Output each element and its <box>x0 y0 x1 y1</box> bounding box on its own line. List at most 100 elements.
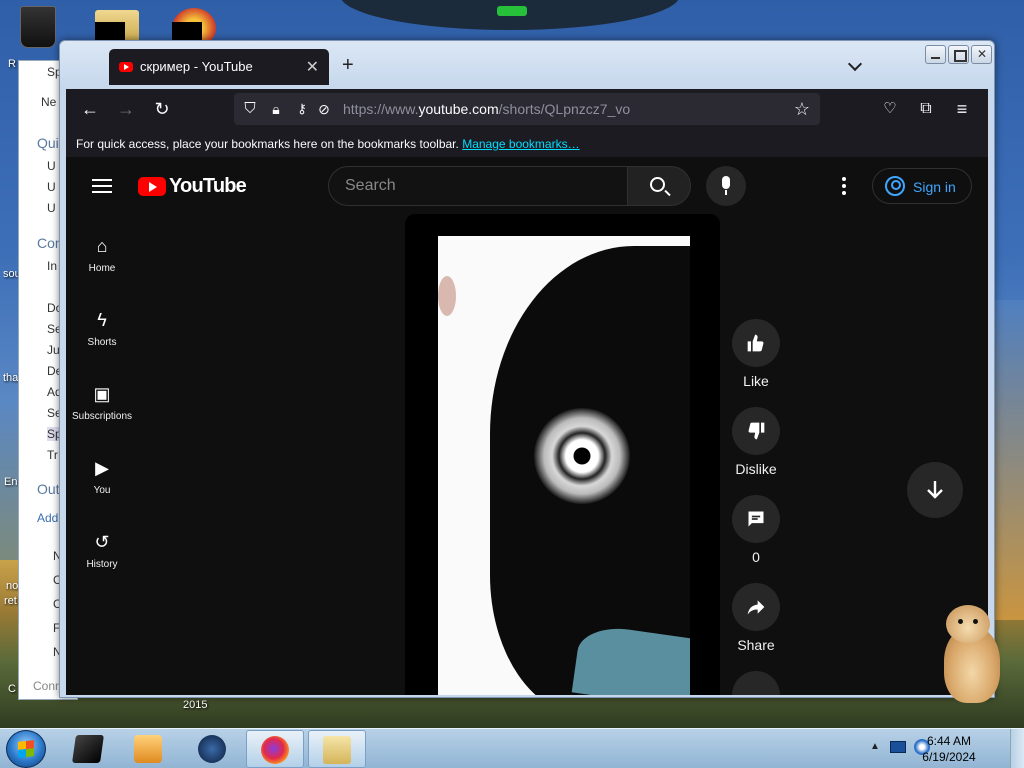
system-clock[interactable]: 6:44 AM 6/19/2024 <box>914 733 984 765</box>
navigation-toolbar: ← → ↻ ⛉ 🔒︎ ⚷ ⊘ https://www.youtube.com/s… <box>66 89 988 129</box>
url-text[interactable]: https://www.youtube.com/shorts/QLpnzcz7_… <box>343 101 630 117</box>
bookmark-star-icon[interactable]: ☆ <box>792 99 812 119</box>
guide-item-subscriptions[interactable]: ▣ Subscriptions <box>66 383 138 422</box>
lock-icon[interactable]: 🔒︎ <box>266 99 286 119</box>
guide-label: History <box>86 559 118 570</box>
back-window-item[interactable]: Ju <box>47 343 60 357</box>
manage-bookmarks-link[interactable]: Manage bookmarks… <box>462 137 579 151</box>
settings-kebab-icon[interactable] <box>842 177 846 195</box>
shorts-video[interactable] <box>438 236 690 695</box>
guide-item-history[interactable]: ↺ History <box>66 531 138 570</box>
guide-label: Shorts <box>87 337 117 348</box>
desktop-icon-label: 2015 <box>183 699 208 711</box>
wallpaper-green-mark <box>497 6 527 16</box>
arrow-down-icon <box>927 481 943 499</box>
back-window-item[interactable]: In <box>47 259 57 273</box>
taskbar-app-globe[interactable] <box>184 730 242 768</box>
tab-list-chevron-icon[interactable] <box>847 56 863 72</box>
voice-search-button[interactable] <box>706 166 746 206</box>
home-icon: ⌂ <box>96 236 108 256</box>
firefox-icon <box>261 736 289 764</box>
pocket-icon[interactable]: ♡ <box>880 99 900 119</box>
back-window-link[interactable]: Add <box>37 511 58 525</box>
desktop-icon-label: C <box>8 683 16 695</box>
next-short-button[interactable] <box>907 462 963 518</box>
taskbar-app-firefox[interactable] <box>246 730 304 768</box>
permissions-icon[interactable]: ⚷ <box>292 99 312 119</box>
microphone-icon <box>722 176 730 195</box>
subscriptions-icon: ▣ <box>93 384 111 404</box>
back-window-item[interactable]: Conn <box>33 679 62 693</box>
taskbar-app-explorer[interactable] <box>308 730 366 768</box>
dislike-label: Dislike <box>735 461 777 477</box>
comments-action[interactable]: 0 <box>732 495 780 567</box>
show-desktop-button[interactable] <box>1010 729 1024 768</box>
dislike-action[interactable]: Dislike <box>732 407 780 479</box>
youtube-play-logo-icon <box>138 177 166 196</box>
maximize-button[interactable] <box>948 45 969 64</box>
comments-button[interactable] <box>732 495 780 543</box>
share-action[interactable]: Share <box>732 583 780 655</box>
start-button[interactable] <box>6 730 46 768</box>
guide-item-shorts[interactable]: ϟ Shorts <box>66 309 138 348</box>
hamster-eye <box>973 619 978 624</box>
reload-icon[interactable]: ↻ <box>152 99 172 119</box>
recycle-bin-icon[interactable] <box>20 6 56 48</box>
sign-in-button[interactable]: Sign in <box>872 168 972 204</box>
back-window-item[interactable]: U <box>47 180 56 194</box>
more-action[interactable] <box>732 671 780 695</box>
back-window-item[interactable]: Tr <box>47 448 58 462</box>
comments-count: 0 <box>752 549 760 565</box>
taskbar: ▲ 6:44 AM 6/19/2024 <box>0 728 1024 768</box>
search-box[interactable] <box>328 166 628 206</box>
title-bar[interactable]: скример - YouTube ✕ + <box>60 41 994 89</box>
tab-close-icon[interactable]: ✕ <box>306 57 319 77</box>
globe-icon <box>198 735 226 763</box>
hamburger-menu-icon[interactable] <box>92 179 112 193</box>
search-button[interactable] <box>627 166 691 206</box>
guide-label: You <box>93 485 111 496</box>
forward-arrow-icon[interactable]: → <box>116 99 136 119</box>
back-window-item[interactable]: U <box>47 201 56 215</box>
share-label: Share <box>737 637 775 653</box>
more-options-button[interactable] <box>732 671 780 695</box>
thumbs-down-icon <box>748 422 765 440</box>
like-button[interactable] <box>732 319 780 367</box>
shorts-player[interactable] <box>405 214 720 695</box>
taskbar-app-media[interactable] <box>120 730 178 768</box>
back-arrow-icon[interactable]: ← <box>80 99 100 119</box>
app-cube-icon <box>72 735 104 763</box>
close-window-button[interactable] <box>971 45 992 64</box>
bookmarks-message: For quick access, place your bookmarks h… <box>76 137 580 151</box>
guide-item-you[interactable]: ▶ You <box>66 457 138 496</box>
guide-item-home[interactable]: ⌂ Home <box>66 235 138 274</box>
back-window-item[interactable]: U <box>47 159 56 173</box>
guide-label: Home <box>88 263 116 274</box>
firefox-window[interactable]: скример - YouTube ✕ + ← → ↻ ⛉ 🔒︎ ⚷ ⊘ htt… <box>59 40 995 698</box>
app-menu-icon[interactable]: ≡ <box>952 99 972 119</box>
youtube-logo-text: YouTube <box>169 175 247 197</box>
shield-icon[interactable]: ⛉ <box>240 99 260 119</box>
share-button[interactable] <box>732 583 780 631</box>
shorts-icon: ϟ <box>97 310 107 330</box>
back-window-item[interactable]: Ne <box>41 95 56 109</box>
youtube-favicon-icon <box>119 62 133 72</box>
url-bar[interactable]: ⛉ 🔒︎ ⚷ ⊘ https://www.youtube.com/shorts/… <box>234 93 820 125</box>
autoplay-blocked-icon[interactable]: ⊘ <box>314 99 334 119</box>
taskbar-app-blackbox[interactable] <box>60 730 118 768</box>
bookmarks-toolbar: For quick access, place your bookmarks h… <box>66 129 988 157</box>
network-icon[interactable] <box>890 741 906 753</box>
search-input[interactable] <box>329 167 627 205</box>
tab-title: скример - YouTube <box>140 59 253 74</box>
history-icon: ↺ <box>94 532 110 552</box>
hamster-head <box>946 605 990 643</box>
dislike-button[interactable] <box>732 407 780 455</box>
extensions-icon[interactable]: ⧉ <box>916 99 936 119</box>
tray-expand-icon[interactable]: ▲ <box>870 741 880 752</box>
desktop-icon-label: no <box>6 580 19 592</box>
new-tab-icon[interactable]: + <box>342 55 354 75</box>
browser-tab[interactable]: скример - YouTube ✕ <box>109 49 329 85</box>
hamster-desktop-pet[interactable] <box>938 605 1004 705</box>
like-action[interactable]: Like <box>732 319 780 391</box>
minimize-button[interactable] <box>925 45 946 64</box>
